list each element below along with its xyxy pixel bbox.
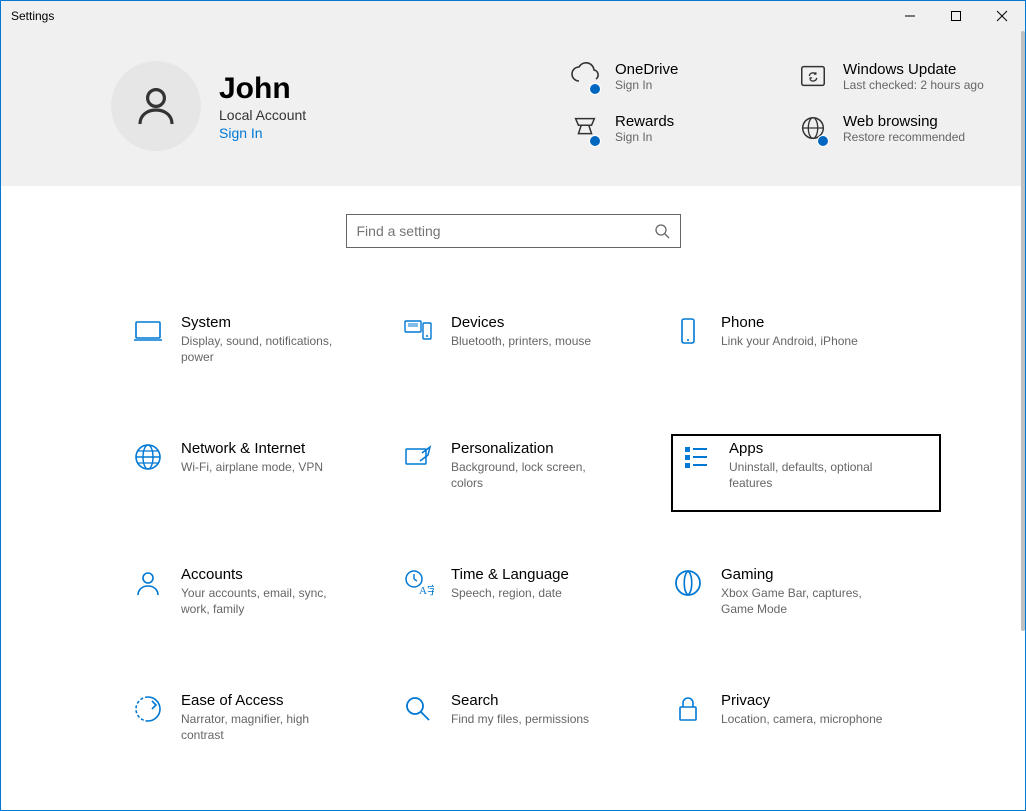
- status-dot: [589, 135, 601, 147]
- cat-title: Apps: [729, 440, 899, 457]
- tile-rewards[interactable]: Rewards Sign In: [567, 113, 767, 149]
- window-title: Settings: [1, 9, 54, 23]
- devices-icon: [402, 315, 434, 347]
- cat-sub: Your accounts, email, sync, work, family: [181, 585, 351, 617]
- titlebar: Settings: [1, 1, 1025, 31]
- cat-sub: Narrator, magnifier, high contrast: [181, 711, 351, 743]
- categories-grid: System Display, sound, notifications, pow…: [1, 308, 1025, 810]
- account-type: Local Account: [219, 107, 306, 123]
- status-dot: [817, 135, 829, 147]
- search-icon: [654, 223, 670, 239]
- ease-of-access-icon: [132, 693, 164, 725]
- tile-sub: Last checked: 2 hours ago: [843, 78, 984, 94]
- avatar: [111, 61, 201, 151]
- category-devices[interactable]: Devices Bluetooth, printers, mouse: [401, 308, 671, 386]
- cat-title: Privacy: [721, 692, 882, 709]
- category-search[interactable]: Search Find my files, permissions: [401, 686, 671, 764]
- tile-title: Rewards: [615, 113, 674, 130]
- maximize-icon: [950, 10, 962, 22]
- cat-title: Phone: [721, 314, 858, 331]
- tile-web-browsing[interactable]: Web browsing Restore recommended: [795, 113, 995, 149]
- category-privacy[interactable]: Privacy Location, camera, microphone: [671, 686, 941, 764]
- tile-sub: Sign In: [615, 130, 674, 146]
- cat-sub: Speech, region, date: [451, 585, 569, 601]
- maximize-button[interactable]: [933, 1, 979, 31]
- cat-sub: Wi-Fi, airplane mode, VPN: [181, 459, 323, 475]
- status-dot: [589, 83, 601, 95]
- cat-title: System: [181, 314, 351, 331]
- minimize-icon: [904, 10, 916, 22]
- cat-sub: Location, camera, microphone: [721, 711, 882, 727]
- gaming-icon: [672, 567, 704, 599]
- settings-window: Settings John Local Account Sign In: [0, 0, 1026, 811]
- cat-sub: Link your Android, iPhone: [721, 333, 858, 349]
- cat-title: Ease of Access: [181, 692, 351, 709]
- content-area: System Display, sound, notifications, pow…: [1, 186, 1025, 810]
- cat-title: Network & Internet: [181, 440, 323, 457]
- search-icon: [402, 693, 434, 725]
- category-network[interactable]: Network & Internet Wi-Fi, airplane mode, …: [131, 434, 401, 512]
- tile-onedrive[interactable]: OneDrive Sign In: [567, 61, 767, 97]
- accounts-icon: [132, 567, 164, 599]
- user-block[interactable]: John Local Account Sign In: [111, 61, 306, 151]
- cat-sub: Find my files, permissions: [451, 711, 589, 727]
- cat-title: Devices: [451, 314, 591, 331]
- category-gaming[interactable]: Gaming Xbox Game Bar, captures, Game Mode: [671, 560, 941, 638]
- apps-icon: [680, 441, 712, 473]
- cat-sub: Bluetooth, printers, mouse: [451, 333, 591, 349]
- scrollbar-thumb[interactable]: [1021, 31, 1025, 631]
- tile-sub: Restore recommended: [843, 130, 965, 146]
- close-icon: [996, 10, 1008, 22]
- category-system[interactable]: System Display, sound, notifications, pow…: [131, 308, 401, 386]
- cat-sub: Display, sound, notifications, power: [181, 333, 351, 365]
- category-ease-of-access[interactable]: Ease of Access Narrator, magnifier, high …: [131, 686, 401, 764]
- category-personalization[interactable]: Personalization Background, lock screen, …: [401, 434, 671, 512]
- cat-title: Time & Language: [451, 566, 569, 583]
- user-name: John: [219, 72, 306, 105]
- sync-icon: [798, 61, 828, 91]
- person-icon: [132, 82, 180, 130]
- time-language-icon: A字: [402, 567, 434, 599]
- lock-icon: [672, 693, 704, 725]
- search-input[interactable]: [357, 223, 654, 239]
- phone-icon: [672, 315, 704, 347]
- tile-title: OneDrive: [615, 61, 678, 78]
- cat-sub: Uninstall, defaults, optional features: [729, 459, 899, 491]
- header-tiles: OneDrive Sign In Windows Update Last che…: [567, 61, 995, 149]
- cat-sub: Xbox Game Bar, captures, Game Mode: [721, 585, 891, 617]
- cat-sub: Background, lock screen, colors: [451, 459, 621, 491]
- tile-title: Windows Update: [843, 61, 984, 78]
- close-button[interactable]: [979, 1, 1025, 31]
- cat-title: Personalization: [451, 440, 621, 457]
- category-apps[interactable]: Apps Uninstall, defaults, optional featur…: [671, 434, 941, 512]
- tile-sub: Sign In: [615, 78, 678, 94]
- tile-title: Web browsing: [843, 113, 965, 130]
- cat-title: Search: [451, 692, 589, 709]
- scrollbar[interactable]: [1019, 31, 1025, 810]
- category-accounts[interactable]: Accounts Your accounts, email, sync, work…: [131, 560, 401, 638]
- system-icon: [132, 315, 164, 347]
- search-box[interactable]: [346, 214, 681, 248]
- globe-icon: [132, 441, 164, 473]
- svg-text:A字: A字: [419, 583, 434, 597]
- header-region: John Local Account Sign In OneDrive Sign…: [1, 31, 1025, 186]
- cat-title: Accounts: [181, 566, 351, 583]
- tile-windows-update[interactable]: Windows Update Last checked: 2 hours ago: [795, 61, 995, 97]
- minimize-button[interactable]: [887, 1, 933, 31]
- category-time-language[interactable]: A字 Time & Language Speech, region, date: [401, 560, 671, 638]
- signin-link[interactable]: Sign In: [219, 125, 306, 141]
- cat-title: Gaming: [721, 566, 891, 583]
- category-phone[interactable]: Phone Link your Android, iPhone: [671, 308, 941, 386]
- personalization-icon: [402, 441, 434, 473]
